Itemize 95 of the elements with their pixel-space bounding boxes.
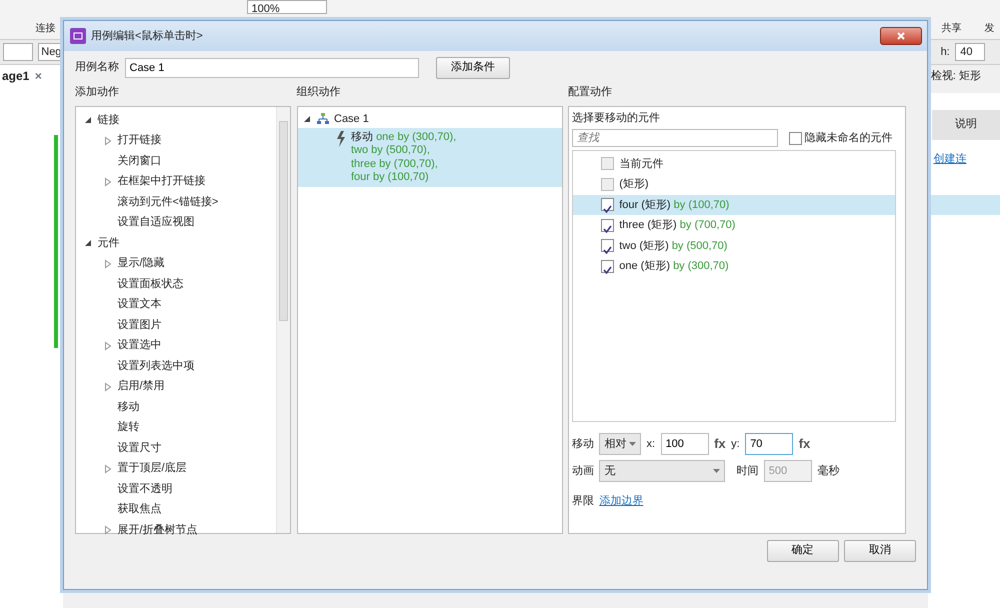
fx-button[interactable]: fx <box>798 434 810 454</box>
height-field[interactable]: 40 <box>955 43 986 61</box>
time-label: 时间 <box>736 464 758 479</box>
animation-label: 动画 <box>572 464 594 479</box>
x-label: x: <box>646 436 656 452</box>
lightning-icon <box>336 130 346 146</box>
move-mode-dropdown[interactable]: 相对 <box>599 432 641 455</box>
action-tree-item[interactable]: 滚动到元件<锚链接> <box>118 192 218 212</box>
checkbox-label: 隐藏未命名的元件 <box>804 130 892 146</box>
checkbox[interactable] <box>788 132 802 144</box>
close-icon <box>896 31 906 41</box>
action-tree-item[interactable]: 在框架中打开链接 <box>118 171 206 192</box>
case-name-label: 用例名称 <box>75 60 119 76</box>
action-tree-item[interactable]: 设置文本 <box>118 294 162 315</box>
toolbar-button[interactable]: 连接 <box>36 21 56 36</box>
publish-button[interactable]: 发 <box>984 21 994 36</box>
action-tree-item[interactable]: 设置图片 <box>118 314 162 336</box>
widget-row[interactable]: one (矩形) by (300,70) <box>572 256 895 276</box>
action-tree-item[interactable]: 关闭窗口 <box>118 150 162 172</box>
y-label: y: <box>731 436 740 452</box>
expand-triangle-icon[interactable] <box>104 258 112 268</box>
create-link[interactable]: 创建连 <box>928 150 1000 167</box>
height-label: h: <box>940 44 950 60</box>
action-tree-item[interactable]: 设置选中 <box>118 335 162 356</box>
page-tab[interactable]: age1 <box>2 67 30 85</box>
add-condition-button[interactable]: 添加条件 <box>436 56 510 78</box>
checkbox[interactable] <box>600 198 614 212</box>
collapse-triangle-icon[interactable] <box>84 115 92 125</box>
case-tree-icon <box>316 113 328 124</box>
checkbox[interactable] <box>600 218 614 232</box>
collapse-triangle-icon[interactable] <box>303 114 311 124</box>
action-tree-item[interactable]: 设置不透明 <box>118 478 172 500</box>
action-tree-item[interactable]: 移动 <box>118 396 140 418</box>
widget-label: one (矩形) by (300,70) <box>619 259 729 274</box>
inspector-title: 检视: 矩形 <box>928 65 1000 93</box>
action-tree-item[interactable]: 打开链接 <box>118 130 162 151</box>
add-bounds-link[interactable]: 添加边界 <box>599 493 644 510</box>
widget-label: (矩形) <box>619 177 649 192</box>
bounds-label: 界限 <box>572 494 594 510</box>
caret-icon <box>713 469 720 474</box>
logo-mark-icon <box>72 32 82 40</box>
widget-row[interactable]: four (矩形) by (100,70) <box>572 194 895 215</box>
action-tree-item[interactable]: 旋转 <box>118 417 140 438</box>
checkbox[interactable] <box>600 260 614 273</box>
section-heading: 添加动作 <box>75 85 120 100</box>
widget-row[interactable]: two (矩形) by (500,70) <box>572 236 895 256</box>
widget-label: four (矩形) by (100,70) <box>619 198 730 212</box>
case-label[interactable]: Case 1 <box>334 110 369 127</box>
scrollbar[interactable] <box>276 107 290 533</box>
unit-label: 毫秒 <box>817 464 840 479</box>
action-tree-item[interactable]: 置于顶层/底层 <box>118 458 187 479</box>
collapse-triangle-icon[interactable] <box>84 238 92 248</box>
action-tree-item[interactable]: 显示/隐藏 <box>118 253 165 274</box>
action-tree-item[interactable]: 启用/禁用 <box>118 376 165 397</box>
action-tree-item[interactable]: 获取焦点 <box>118 499 162 520</box>
window-title: 用例编辑<鼠标单击时> <box>91 28 203 44</box>
action-tree-item[interactable]: 设置列表选中项 <box>118 356 194 376</box>
caret-icon <box>629 442 636 446</box>
expand-triangle-icon[interactable] <box>104 464 112 474</box>
widget-row[interactable]: three (矩形) by (700,70) <box>572 215 895 236</box>
action-tree-item[interactable]: 链接 <box>98 110 120 130</box>
move-label: 移动 <box>572 436 594 452</box>
widget-label: two (矩形) by (500,70) <box>619 238 728 254</box>
widget-label: 当前元件 <box>619 156 664 172</box>
share-button[interactable]: 共享 <box>942 21 962 36</box>
action-tree-item[interactable]: 设置自适应视图 <box>118 212 194 233</box>
action-tree-item[interactable]: 元件 <box>98 232 120 254</box>
widget-label: three (矩形) by (700,70) <box>619 218 736 233</box>
expand-triangle-icon[interactable] <box>104 525 112 535</box>
x-field[interactable]: 100 <box>660 432 709 455</box>
action-row[interactable]: 移动 one by (300,70), two by (500,70), three by (700,70), four by (100,70) <box>298 128 562 188</box>
case-name-field[interactable]: Case 1 <box>124 58 418 78</box>
dialog-button[interactable]: 取消 <box>844 540 916 562</box>
animation-dropdown[interactable]: 无 <box>599 460 726 482</box>
action-text: 移动 one by (300,70), two by (500,70), three by (700,70), four by (100,70) <box>351 130 456 184</box>
action-tree-item[interactable]: 设置尺寸 <box>118 438 162 458</box>
zoom-dropdown[interactable]: 100% <box>246 0 326 14</box>
dialog-button[interactable]: 确定 <box>766 540 838 562</box>
fx-button[interactable]: fx <box>714 434 726 454</box>
expand-triangle-icon[interactable] <box>104 176 112 186</box>
close-button[interactable] <box>880 27 922 45</box>
expand-triangle-icon[interactable] <box>104 382 112 392</box>
y-field[interactable]: 70 <box>745 432 794 455</box>
expand-triangle-icon[interactable] <box>104 136 112 146</box>
style-dropdown[interactable] <box>2 43 33 61</box>
action-tree-item[interactable]: 展开/折叠树节点 <box>118 520 198 540</box>
checkbox[interactable] <box>600 239 614 252</box>
expand-triangle-icon[interactable] <box>104 340 112 350</box>
target-heading: 选择要移动的元件 <box>572 110 661 126</box>
tab-close-button[interactable]: × <box>34 67 42 85</box>
search-field[interactable]: 查找 <box>572 129 778 147</box>
column-header: 说明 <box>932 110 1000 140</box>
section-heading: 配置动作 <box>568 85 613 100</box>
section-heading: 组织动作 <box>296 85 342 100</box>
action-tree-item[interactable]: 设置面板状态 <box>118 274 184 294</box>
